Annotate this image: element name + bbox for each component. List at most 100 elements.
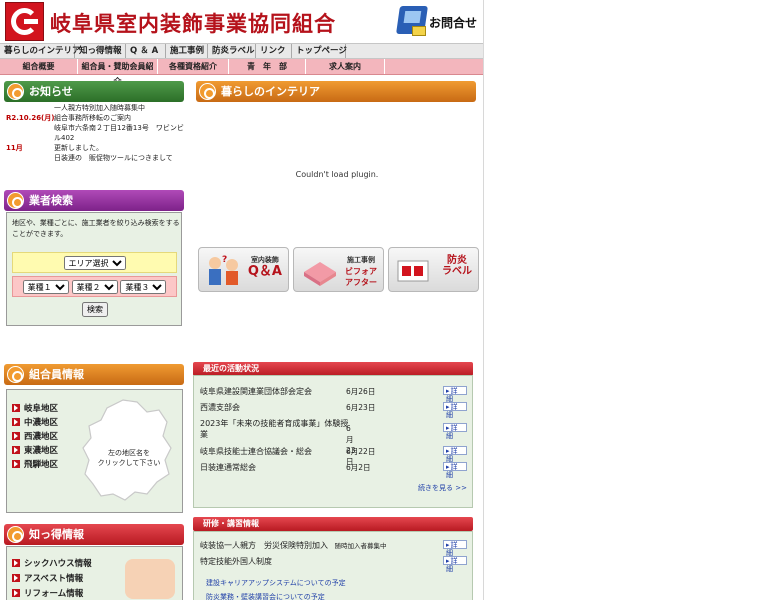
people-illustration: ? [209, 255, 238, 285]
qa-banner-big: Q＆A [247, 264, 282, 279]
plugin-placeholder: Couldn't load plugin. [196, 104, 478, 244]
area-link-hida[interactable]: 飛騨地区 [12, 457, 58, 471]
room-illustration [304, 262, 336, 286]
member-panel: 岐阜地区 中濃地区 西濃地区 東濃地区 飛騨地区 左の地区名を クリックして下さ… [6, 389, 183, 513]
list-item: R2.10.26(月) 組合事務所移転のご案内 [6, 113, 184, 123]
list-item: 日装連の 販促物ツールにつきまして [6, 153, 184, 163]
interior-heading-label: 暮らしのインテリア [221, 85, 320, 98]
contact-label: お問合せ [429, 16, 478, 30]
knowledge-link-asbestos[interactable]: アスベスト情報 [12, 570, 92, 585]
svg-text:?: ? [222, 255, 227, 265]
fire-label-banner-text: 防炎 ラベル [442, 255, 472, 277]
area-select-row: エリア選択 [12, 252, 177, 273]
activity-title[interactable]: 西濃支部会 [200, 403, 240, 412]
activity-panel: 岐阜県建設関連業団体部会定会 6月26日 西濃支部会 6月23日 2023年「未… [193, 375, 473, 508]
primary-nav: 暮らしのインテリア 知っ得情報 Q ＆ A 施工事例 防炎ラベル リンク トップ… [0, 43, 483, 59]
interior-heading: 暮らしのインテリア [196, 81, 476, 102]
detail-button[interactable]: 詳細 [443, 402, 467, 419]
list-item: 11月 更新しました。 [6, 143, 184, 153]
activity-more-link[interactable]: 続きを見る >> [418, 483, 467, 493]
interior-icon [199, 83, 216, 100]
association-logo[interactable] [5, 2, 44, 41]
nav-item-knowledge[interactable]: 知っ得情報 [75, 44, 126, 58]
contact-button[interactable]: お問合せ [396, 4, 478, 40]
detail-button[interactable]: 詳細 [443, 386, 467, 403]
knowledge-panel: シックハウス情報 アスベスト情報 リフォーム情報 [6, 546, 183, 600]
table-row: 日装連通常総会 6月2日 [200, 462, 468, 473]
activity-heading-label: 最近の活動状況 [203, 364, 259, 373]
activity-title[interactable]: 日装連通常総会 [200, 463, 256, 472]
nav-item-overview[interactable]: 組合概要 [0, 59, 78, 74]
detail-button[interactable]: 詳細 [443, 556, 467, 573]
area-link-tono[interactable]: 東濃地区 [12, 443, 58, 457]
training-panel: 岐装協一人親方 労災保険特別加入 随時加入者募集中 特定技能外国人制度 詳細 詳… [193, 531, 473, 600]
list-item: 岐阜市六条南２丁目12番13号 ワビンビル402 [6, 123, 184, 143]
activity-title[interactable]: 岐阜県技能士連合協議会・総会 [200, 447, 312, 456]
nav-item-fire-label[interactable]: 防炎ラベル [208, 44, 256, 58]
nav-item-works[interactable]: 施工事例 [166, 44, 208, 58]
site-title[interactable]: 岐阜県室内装飾事業協同組合 [50, 8, 336, 38]
envelope-icon [412, 26, 426, 36]
secondary-nav: 組合概要 組合員・賛助会員紹介 各種資格紹介 青 年 部 求人案内 [0, 59, 483, 86]
list-item: 特定技能外国人制度 [200, 556, 272, 567]
training-title[interactable]: 岐装協一人親方 労災保険特別加入 [200, 541, 328, 550]
detail-button[interactable]: 詳細 [443, 540, 467, 557]
list-item: 岐装協一人親方 労災保険特別加入 随時加入者募集中 [200, 540, 387, 551]
knowledge-heading: 知っ得情報 [4, 524, 184, 545]
knowledge-heading-label: 知っ得情報 [29, 528, 84, 541]
arrow-right-icon [12, 446, 20, 454]
kind-select-2[interactable]: 業種２ [71, 280, 118, 294]
news-text[interactable]: 組合事務所移転のご案内 [54, 113, 184, 123]
search-description: 地区や、業種ごとに、施工業者を絞り込み検索をすることができます。 [12, 219, 180, 238]
nav-item-youth[interactable]: 青 年 部 [229, 59, 306, 74]
nav-item-qa[interactable]: Q ＆ A [126, 44, 166, 58]
news-text[interactable]: 一人親方特別加入随時募集中 [54, 103, 184, 113]
nav-item-interior[interactable]: 暮らしのインテリア [0, 44, 81, 58]
training-link[interactable]: 建設キャリアアップシステムについての予定 [206, 578, 346, 588]
news-text[interactable]: 日装連の 販促物ツールにつきまして [54, 153, 184, 163]
news-date [6, 103, 54, 113]
nav-item-jobs[interactable]: 求人案内 [306, 59, 385, 74]
activity-date: 6月26日 [346, 387, 376, 396]
fire-label-banner[interactable]: 防炎 ラベル [388, 247, 479, 292]
search-heading-label: 業者検索 [29, 194, 73, 207]
activity-date: 6月2日 [346, 463, 371, 472]
works-banner[interactable]: 施工事例 ビフォア アフター [293, 247, 384, 292]
activity-title[interactable]: 2023年「未来の技能者育成事業」体験授業 [200, 419, 348, 439]
arrow-right-icon [12, 418, 20, 426]
activity-date: 6月22日 [346, 447, 376, 456]
member-heading: 組合員情報 [4, 364, 184, 385]
activity-title[interactable]: 岐阜県建設関連業団体部会定会 [200, 387, 312, 396]
nav-item-links[interactable]: リンク [256, 44, 292, 58]
knowledge-icon [7, 526, 24, 543]
detail-button[interactable]: 詳細 [443, 423, 467, 440]
nav-item-home[interactable]: トップページ [292, 44, 347, 58]
table-row: 西濃支部会 6月23日 [200, 402, 468, 413]
nav-item-members[interactable]: 組合員・賛助会員紹介 [78, 59, 158, 86]
detail-button[interactable]: 詳細 [443, 462, 467, 479]
kind-select-1[interactable]: 業種１ [22, 280, 69, 294]
area-link-seino[interactable]: 西濃地区 [12, 429, 58, 443]
knowledge-list: シックハウス情報 アスベスト情報 リフォーム情報 [12, 555, 92, 600]
area-link-gifu[interactable]: 岐阜地区 [12, 401, 58, 415]
kind-select-3[interactable]: 業種３ [120, 280, 167, 294]
knowledge-link-reform[interactable]: リフォーム情報 [12, 585, 92, 600]
arrow-right-icon [12, 404, 20, 412]
news-list[interactable]: 一人親方特別加入随時募集中 R2.10.26(月) 組合事務所移転のご案内 岐阜市… [6, 103, 184, 178]
news-icon [7, 83, 24, 100]
fire-label-banner-big: 防炎 ラベル [442, 255, 472, 277]
list-item: 一人親方特別加入随時募集中 [6, 103, 184, 113]
qa-banner[interactable]: ? 室内装飾 Q＆A [198, 247, 289, 292]
detail-button[interactable]: 詳細 [443, 446, 467, 463]
area-link-chuno[interactable]: 中濃地区 [12, 415, 58, 429]
area-select[interactable]: エリア選択 [63, 256, 126, 270]
area-list: 岐阜地区 中濃地区 西濃地区 東濃地区 飛騨地区 [12, 401, 58, 471]
nav-item-qualifications[interactable]: 各種資格紹介 [158, 59, 229, 74]
news-text[interactable]: 更新しました。 [54, 143, 184, 153]
search-icon [7, 192, 24, 209]
training-title[interactable]: 特定技能外国人制度 [200, 557, 272, 566]
knowledge-link-sickhouse[interactable]: シックハウス情報 [12, 555, 92, 570]
search-button[interactable]: 検索 [82, 302, 108, 317]
training-link[interactable]: 防炎業務・壁装講習会についての予定 [206, 592, 325, 600]
training-heading: 研修・講習情報 [193, 517, 473, 531]
